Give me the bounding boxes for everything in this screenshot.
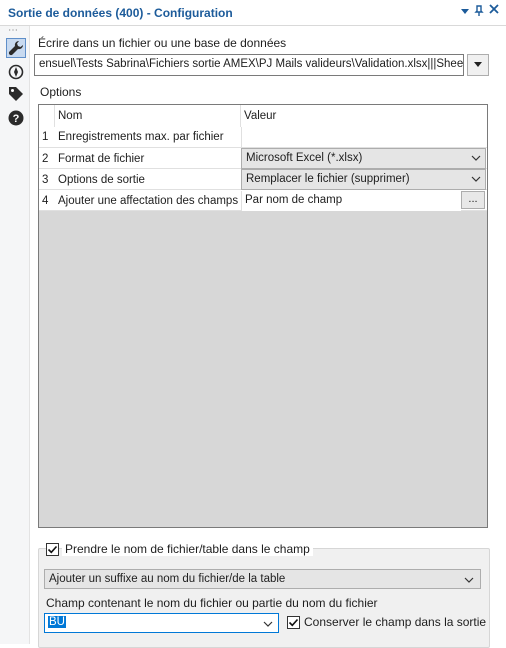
checkmark-icon (288, 618, 299, 627)
row-name: Ajouter une affectation des champs (58, 195, 239, 207)
output-options-value: Remplacer le fichier (supprimer) (246, 173, 410, 185)
write-label: Écrire dans un fichier ou une base de do… (38, 36, 287, 50)
output-options-dropdown[interactable]: Remplacer le fichier (supprimer) (241, 169, 486, 190)
wrench-icon[interactable] (6, 38, 26, 58)
pin-icon[interactable] (474, 5, 484, 20)
row-number: 2 (42, 153, 49, 165)
title-bar: Sortie de données (400) - Configuration (0, 0, 506, 26)
chevron-down-icon (471, 176, 481, 182)
tool-strip: ⋯ ? (0, 25, 30, 644)
grid-header-value: Valeur (241, 105, 487, 127)
file-format-dropdown[interactable]: Microsoft Excel (*.xlsx) (241, 148, 486, 169)
filename-mode-value: Ajouter un suffixe au nom du fichier/de … (49, 573, 286, 585)
chevron-down-icon (263, 621, 273, 627)
file-path-field[interactable]: ensuel\Tests Sabrina\Fichiers sortie AME… (34, 54, 464, 76)
svg-text:?: ? (13, 113, 20, 125)
options-grid: Nom Valeur 1 Enregistrements max. par fi… (38, 104, 488, 528)
grid-header-name: Nom (55, 105, 241, 127)
row-number: 4 (42, 195, 49, 207)
file-path-dropdown-button[interactable] (467, 54, 489, 76)
help-icon[interactable]: ? (6, 108, 26, 128)
field-name-value: BU (48, 616, 66, 628)
grip-icon: ⋯ (8, 25, 18, 36)
chevron-down-icon (471, 155, 481, 161)
close-icon[interactable] (488, 3, 500, 18)
compass-icon[interactable] (6, 62, 26, 82)
tag-icon[interactable] (6, 84, 26, 104)
window-title: Sortie de données (400) - Configuration (8, 6, 233, 20)
grid-header-corner (39, 105, 55, 127)
checkmark-icon (47, 545, 58, 554)
row-number: 1 (42, 131, 49, 143)
triangle-down-icon (474, 62, 482, 67)
panel-menu-icon[interactable] (460, 5, 470, 19)
keep-field-label: Conserver le champ dans la sortie (304, 615, 487, 629)
take-filename-label: Prendre le nom de fichier/table dans le … (62, 542, 313, 556)
field-name-combo[interactable]: BU (44, 613, 279, 633)
field-name-label: Champ contenant le nom du fichier ou par… (46, 596, 378, 610)
take-filename-checkbox[interactable] (46, 543, 59, 556)
row-number: 3 (42, 174, 49, 186)
field-mapping-value: Par nom de champ (241, 191, 461, 211)
row-name: Options de sortie (58, 174, 145, 186)
field-mapping-ellipsis-button[interactable]: ... (461, 191, 485, 209)
keep-field-checkbox[interactable] (287, 616, 300, 629)
filename-mode-dropdown[interactable]: Ajouter un suffixe au nom du fichier/de … (44, 569, 481, 589)
row-name: Enregistrements max. par fichier (58, 131, 224, 143)
row-value-input[interactable] (241, 127, 487, 148)
options-label: Options (40, 85, 82, 99)
chevron-down-icon (464, 577, 474, 583)
file-format-value: Microsoft Excel (*.xlsx) (246, 152, 363, 164)
row-name: Format de fichier (58, 153, 145, 165)
